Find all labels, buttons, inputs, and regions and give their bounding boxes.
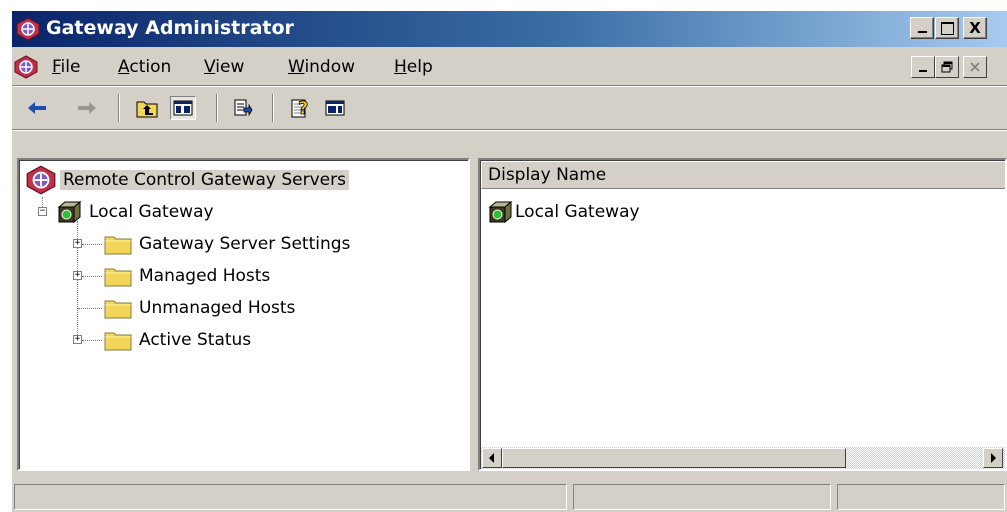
minimize-icon xyxy=(917,31,927,33)
gateway-cube-icon xyxy=(57,200,82,224)
tree-root[interactable]: Remote Control Gateway Servers xyxy=(26,165,349,195)
child-close-button[interactable] xyxy=(963,56,987,78)
tree-item-unmanaged-hosts[interactable]: Unmanaged Hosts xyxy=(104,295,298,321)
console-window-icon[interactable] xyxy=(14,55,38,79)
child-minimize-button[interactable] xyxy=(911,56,935,78)
collapse-local-gateway-toggle[interactable]: − xyxy=(38,207,47,216)
restore-icon xyxy=(941,61,953,73)
show-hide-action-pane-button[interactable] xyxy=(322,96,348,120)
menu-file[interactable]: File xyxy=(52,57,80,77)
export-list-icon xyxy=(234,99,253,117)
up-one-level-icon xyxy=(136,101,158,118)
tree-item-label: Managed Hosts xyxy=(139,266,271,286)
tree-item-label: Unmanaged Hosts xyxy=(139,298,296,318)
window-title: Gateway Administrator xyxy=(46,17,294,39)
child-restore-button[interactable] xyxy=(935,56,959,78)
menu-help[interactable]: Help xyxy=(394,57,433,77)
menu-window-rest: indow xyxy=(304,57,356,77)
toolbar-separator xyxy=(216,94,218,122)
tree-connector xyxy=(82,244,102,245)
status-pane-main xyxy=(14,484,567,510)
list-item-label: Local Gateway xyxy=(515,202,640,222)
scroll-right-button[interactable] xyxy=(983,448,1003,468)
close-button[interactable]: X xyxy=(963,17,987,39)
main-window: Gateway Administrator X File Action View… xyxy=(10,9,1007,512)
scroll-right-icon xyxy=(991,453,996,463)
show-hide-action-pane-icon xyxy=(325,100,345,116)
menu-action-mnemonic: A xyxy=(118,57,130,77)
tree-connector xyxy=(78,308,102,309)
status-pane-3 xyxy=(837,484,1005,510)
column-header-display-name[interactable]: Display Name xyxy=(481,161,1005,189)
close-icon: X xyxy=(969,19,981,37)
expand-active-status-toggle[interactable]: + xyxy=(73,335,82,344)
up-one-level-button[interactable] xyxy=(134,96,160,120)
console-tree-pane[interactable]: Remote Control Gateway Servers − Local G… xyxy=(17,158,470,471)
close-icon xyxy=(970,62,980,72)
maximize-button[interactable] xyxy=(935,17,959,39)
toolbar-separator xyxy=(118,94,120,122)
minimize-icon xyxy=(919,70,927,72)
status-bar xyxy=(12,480,1007,512)
menu-action[interactable]: Action xyxy=(118,57,171,77)
horizontal-scrollbar[interactable] xyxy=(481,447,1005,469)
tree-item-managed-hosts[interactable]: Managed Hosts xyxy=(104,263,273,289)
tree-item-label: Active Status xyxy=(139,330,252,350)
forward-button[interactable] xyxy=(74,96,100,120)
tree-item-label: Local Gateway xyxy=(89,202,214,222)
folder-icon xyxy=(104,332,132,351)
menu-view-rest: iew xyxy=(215,57,245,77)
menu-window[interactable]: Window xyxy=(288,57,355,77)
tree-item-gateway-server-settings[interactable]: Gateway Server Settings xyxy=(104,231,353,257)
scroll-left-icon xyxy=(489,453,494,463)
back-icon xyxy=(28,102,46,114)
horizontal-scroll-thumb[interactable] xyxy=(502,448,846,468)
help-button[interactable]: ? xyxy=(288,96,314,120)
status-pane-2 xyxy=(573,484,831,510)
tree-item-label: Gateway Server Settings xyxy=(139,234,351,254)
expand-managed-hosts-toggle[interactable]: + xyxy=(73,271,82,280)
export-list-button[interactable] xyxy=(230,96,256,120)
expand-gateway-server-settings-toggle[interactable]: + xyxy=(73,239,82,248)
folder-icon xyxy=(104,300,132,319)
details-inner: Display Name Local Gateway xyxy=(480,160,1005,469)
console-tree-inner: Remote Control Gateway Servers − Local G… xyxy=(19,160,468,469)
help-icon: ? xyxy=(291,98,309,119)
folder-icon xyxy=(104,236,132,255)
tree-root-label: Remote Control Gateway Servers xyxy=(60,170,349,190)
menu-view-mnemonic: V xyxy=(204,57,216,77)
minimize-button[interactable] xyxy=(910,17,934,39)
tree-item-local-gateway[interactable]: Local Gateway xyxy=(56,199,217,225)
toolbar-separator xyxy=(272,94,274,122)
gateway-app-icon xyxy=(16,17,40,41)
list-item[interactable]: Local Gateway xyxy=(487,199,643,225)
tree-connector xyxy=(82,340,102,341)
toolbar: ? xyxy=(12,88,1007,128)
menu-help-rest: elp xyxy=(406,57,433,77)
maximize-icon xyxy=(940,21,954,35)
tree-item-active-status[interactable]: Active Status xyxy=(104,327,254,353)
show-hide-console-tree-button[interactable] xyxy=(170,96,196,120)
show-hide-console-tree-icon xyxy=(173,100,193,116)
scroll-left-button[interactable] xyxy=(482,448,502,468)
menu-help-mnemonic: H xyxy=(394,57,407,77)
menu-view[interactable]: View xyxy=(204,57,244,77)
folder-icon xyxy=(104,268,132,287)
menu-window-mnemonic: W xyxy=(288,57,305,77)
menu-file-mnemonic: F xyxy=(52,57,61,77)
menu-file-rest: ile xyxy=(60,57,81,77)
menu-toolbar-divider xyxy=(12,85,1007,87)
title-bar[interactable]: Gateway Administrator X xyxy=(12,11,1007,47)
details-pane[interactable]: Display Name Local Gateway xyxy=(478,158,1007,471)
forward-icon xyxy=(78,102,96,114)
gateway-servers-icon xyxy=(26,165,56,195)
menu-action-rest: ction xyxy=(129,57,172,77)
tree-connector xyxy=(82,276,102,277)
toolbar-divider xyxy=(12,129,1007,131)
column-header-label: Display Name xyxy=(488,165,607,185)
back-button[interactable] xyxy=(24,96,50,120)
gateway-cube-icon xyxy=(488,200,513,224)
menu-bar: File Action View Window Help xyxy=(12,51,1007,83)
svg-text:?: ? xyxy=(298,98,308,119)
